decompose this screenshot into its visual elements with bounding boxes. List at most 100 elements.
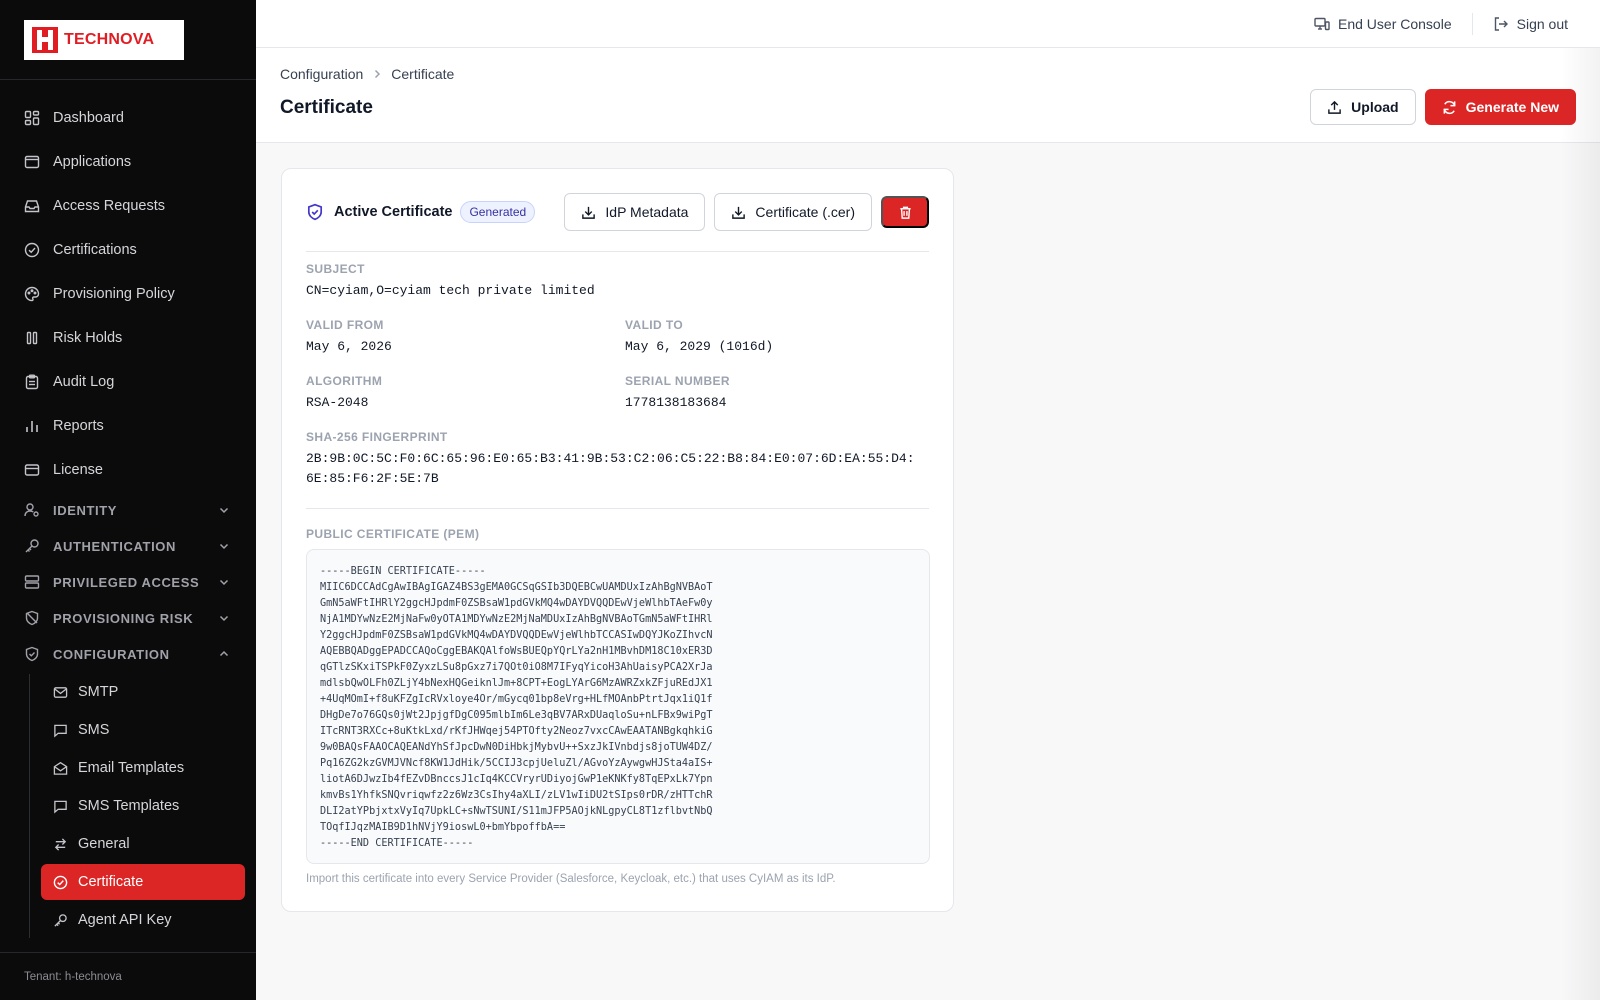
shield-off-icon <box>25 610 39 626</box>
page-title: Certificate <box>280 97 373 118</box>
divider <box>306 508 929 509</box>
sidebar-group-privileged-access[interactable]: PRIVILEGED ACCESS <box>0 564 256 600</box>
certificate-icon <box>53 875 68 889</box>
inbox-icon <box>24 200 40 213</box>
sidebar-item-label: Audit Log <box>53 374 115 390</box>
sidebar-item-risk-holds[interactable]: Risk Holds <box>0 316 256 360</box>
sidebar-group-label: PROVISIONING RISK <box>53 610 194 626</box>
sidebar-group-configuration[interactable]: CONFIGURATION <box>0 636 256 672</box>
sidebar-item-reports[interactable]: Reports <box>0 404 256 448</box>
trash-icon <box>899 206 911 219</box>
subject-label: SUBJECT <box>306 262 365 276</box>
sidebar-group-label: PRIVILEGED ACCESS <box>53 574 200 590</box>
upload-button[interactable]: Upload <box>1310 89 1416 125</box>
generate-new-label: Generate New <box>1465 99 1559 115</box>
chevron-down-icon <box>219 543 229 550</box>
serial-number-value: 1778138183684 <box>625 395 727 410</box>
card-icon <box>24 464 40 476</box>
sidebar-item-sms[interactable]: SMS <box>41 712 245 748</box>
company-logo[interactable]: TECHNOVA <box>24 19 184 60</box>
chevron-right-icon <box>375 69 381 79</box>
sidebar-item-label: SMTP <box>78 684 119 700</box>
sidebar-item-sms-templates[interactable]: SMS Templates <box>41 788 245 824</box>
sidebar-group-provisioning-risk[interactable]: PROVISIONING RISK <box>0 600 256 636</box>
sidebar-item-certificate[interactable]: Certificate <box>41 864 245 900</box>
generate-new-button[interactable]: Generate New <box>1424 89 1576 125</box>
download-certificate-label: Certificate (.cer) <box>755 204 855 220</box>
message-icon <box>54 800 67 814</box>
certificate-card-header: Active Certificate Generated IdP Metadat… <box>306 193 929 231</box>
active-certificate-title: Active Certificate <box>334 204 453 220</box>
main-nav: Dashboard Applications Access Requests C… <box>0 80 256 938</box>
sidebar-item-applications[interactable]: Applications <box>0 140 256 184</box>
mail-icon <box>53 686 68 698</box>
valid-from-value: May 6, 2026 <box>306 339 392 354</box>
sidebar-item-agent-api-key[interactable]: Agent API Key <box>41 902 245 938</box>
sidebar-item-label: Provisioning Policy <box>53 286 175 302</box>
sidebar-item-certifications[interactable]: Certifications <box>0 228 256 272</box>
h-logo-icon <box>32 26 58 53</box>
pem-textbox[interactable]: -----BEGIN CERTIFICATE----- MIIC6DCCAdCg… <box>306 549 930 864</box>
valid-to-label: VALID TO <box>625 318 684 332</box>
sidebar-item-general[interactable]: General <box>41 826 245 862</box>
sidebar-item-provisioning-policy[interactable]: Provisioning Policy <box>0 272 256 316</box>
algorithm-value: RSA-2048 <box>306 395 369 410</box>
shield-check-icon <box>307 203 323 221</box>
fingerprint-value: 2B:9B:0C:5C:F0:6C:65:96:E0:65:B3:41:9B:5… <box>306 451 915 486</box>
palette-icon <box>24 286 40 302</box>
end-user-console-link[interactable]: End User Console <box>1314 16 1452 32</box>
sidebar-item-label: Risk Holds <box>53 330 123 346</box>
sidebar-item-label: Agent API Key <box>78 912 172 928</box>
fingerprint-label: SHA-256 FINGERPRINT <box>306 430 448 444</box>
sidebar-item-label: License <box>53 462 103 478</box>
shield-check-icon <box>25 646 39 662</box>
pause-icon <box>26 331 38 345</box>
topbar-divider <box>1471 12 1473 35</box>
sign-out-link[interactable]: Sign out <box>1493 16 1568 32</box>
end-user-console-label: End User Console <box>1338 15 1452 32</box>
sidebar-item-label: Email Templates <box>78 760 185 776</box>
sidebar-group-identity[interactable]: IDENTITY <box>0 492 256 528</box>
user-cog-icon <box>24 503 39 517</box>
sidebar-item-label: General <box>78 836 130 852</box>
sidebar-item-email-templates[interactable]: Email Templates <box>41 750 245 786</box>
configuration-subnav: SMTP SMS Email Templates SMS Templates G… <box>29 674 256 938</box>
idp-metadata-label: IdP Metadata <box>605 204 689 220</box>
pem-label: PUBLIC CERTIFICATE (PEM) <box>306 527 480 541</box>
subject-value: CN=cyiam,O=cyiam tech private limited <box>306 283 595 298</box>
upload-icon <box>1328 100 1341 114</box>
algorithm-label: ALGORITHM <box>306 374 383 388</box>
sidebar-item-smtp[interactable]: SMTP <box>41 674 245 710</box>
refresh-icon <box>1443 100 1456 114</box>
sidebar-item-label: Certificate <box>78 874 144 890</box>
sidebar: TECHNOVA Dashboard Applications Access R… <box>0 0 256 1000</box>
sidebar-item-audit-log[interactable]: Audit Log <box>0 360 256 404</box>
sidebar-item-license[interactable]: License <box>0 448 256 492</box>
sidebar-group-label: AUTHENTICATION <box>53 538 176 554</box>
page-edge-shadow <box>1560 48 1600 1000</box>
idp-metadata-button[interactable]: IdP Metadata <box>564 193 706 231</box>
sidebar-item-label: SMS Templates <box>78 798 180 814</box>
brand-name: TECHNOVA <box>64 30 155 48</box>
sidebar-item-dashboard[interactable]: Dashboard <box>0 96 256 140</box>
key-icon <box>54 913 67 927</box>
breadcrumb-certificate: Certificate <box>391 66 455 82</box>
upload-label: Upload <box>1351 99 1399 115</box>
server-icon <box>24 575 40 589</box>
serial-number-label: SERIAL NUMBER <box>625 374 730 388</box>
clipboard-icon <box>25 374 39 390</box>
breadcrumb-configuration[interactable]: Configuration <box>280 66 363 82</box>
valid-to-value: May 6, 2029 (1016d) <box>625 339 774 354</box>
delete-certificate-button[interactable] <box>881 196 929 228</box>
key-icon <box>25 539 39 553</box>
breadcrumb: Configuration Certificate <box>280 66 454 82</box>
sidebar-item-label: Reports <box>53 418 104 434</box>
sidebar-item-access-requests[interactable]: Access Requests <box>0 184 256 228</box>
certificate-actions: IdP Metadata Certificate (.cer) <box>564 193 929 231</box>
header-actions: Upload Generate New <box>1310 89 1576 125</box>
mail-open-icon <box>53 761 68 775</box>
message-icon <box>54 724 67 738</box>
download-certificate-button[interactable]: Certificate (.cer) <box>714 193 872 231</box>
sidebar-group-authentication[interactable]: AUTHENTICATION <box>0 528 256 564</box>
download-icon <box>582 206 596 219</box>
